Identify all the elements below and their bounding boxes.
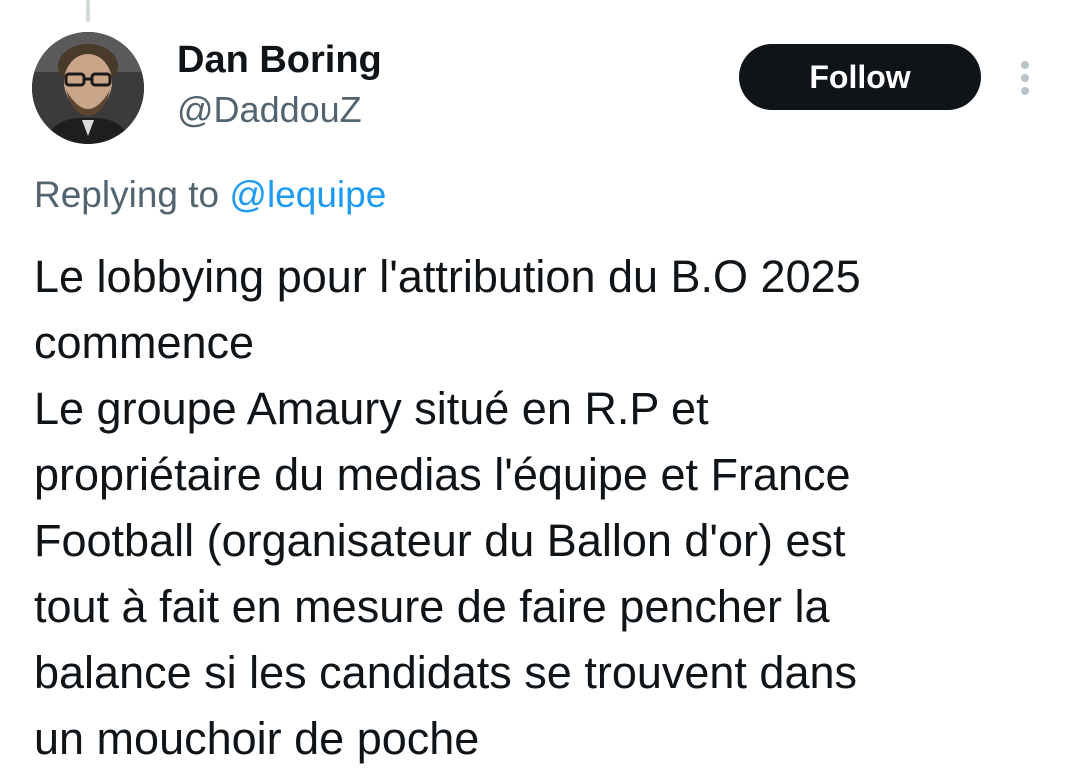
avatar[interactable] [32, 32, 144, 144]
tweet-text-line: tout à fait en mesure de faire pencher l… [34, 581, 830, 632]
author-display-name[interactable]: Dan Boring [177, 38, 382, 82]
replying-to-label: Replying to [34, 174, 220, 215]
tweet-text-line: Le lobbying pour l'attribution du B.O 20… [34, 251, 861, 302]
tweet-text-line: Football (organisateur du Ballon d'or) e… [34, 515, 846, 566]
author-handle[interactable]: @DaddouZ [177, 88, 362, 132]
tweet-text: Le lobbying pour l'attribution du B.O 20… [34, 244, 1054, 772]
follow-button[interactable]: Follow [739, 44, 981, 110]
avatar-image [32, 32, 144, 144]
thread-connector-line [86, 0, 90, 22]
more-vertical-icon[interactable] [1010, 58, 1040, 98]
tweet-text-line: propriétaire du medias l'équipe et Franc… [34, 449, 851, 500]
reply-mention-link[interactable]: @lequipe [229, 174, 386, 215]
tweet-text-line: balance si les candidats se trouvent dan… [34, 647, 858, 698]
tweet-text-line: un mouchoir de poche [34, 713, 480, 764]
replying-to-line: Replying to @lequipe [34, 172, 386, 218]
tweet-text-line: Le groupe Amaury situé en R.P et [34, 383, 709, 434]
tweet-text-line: commence [34, 317, 255, 368]
